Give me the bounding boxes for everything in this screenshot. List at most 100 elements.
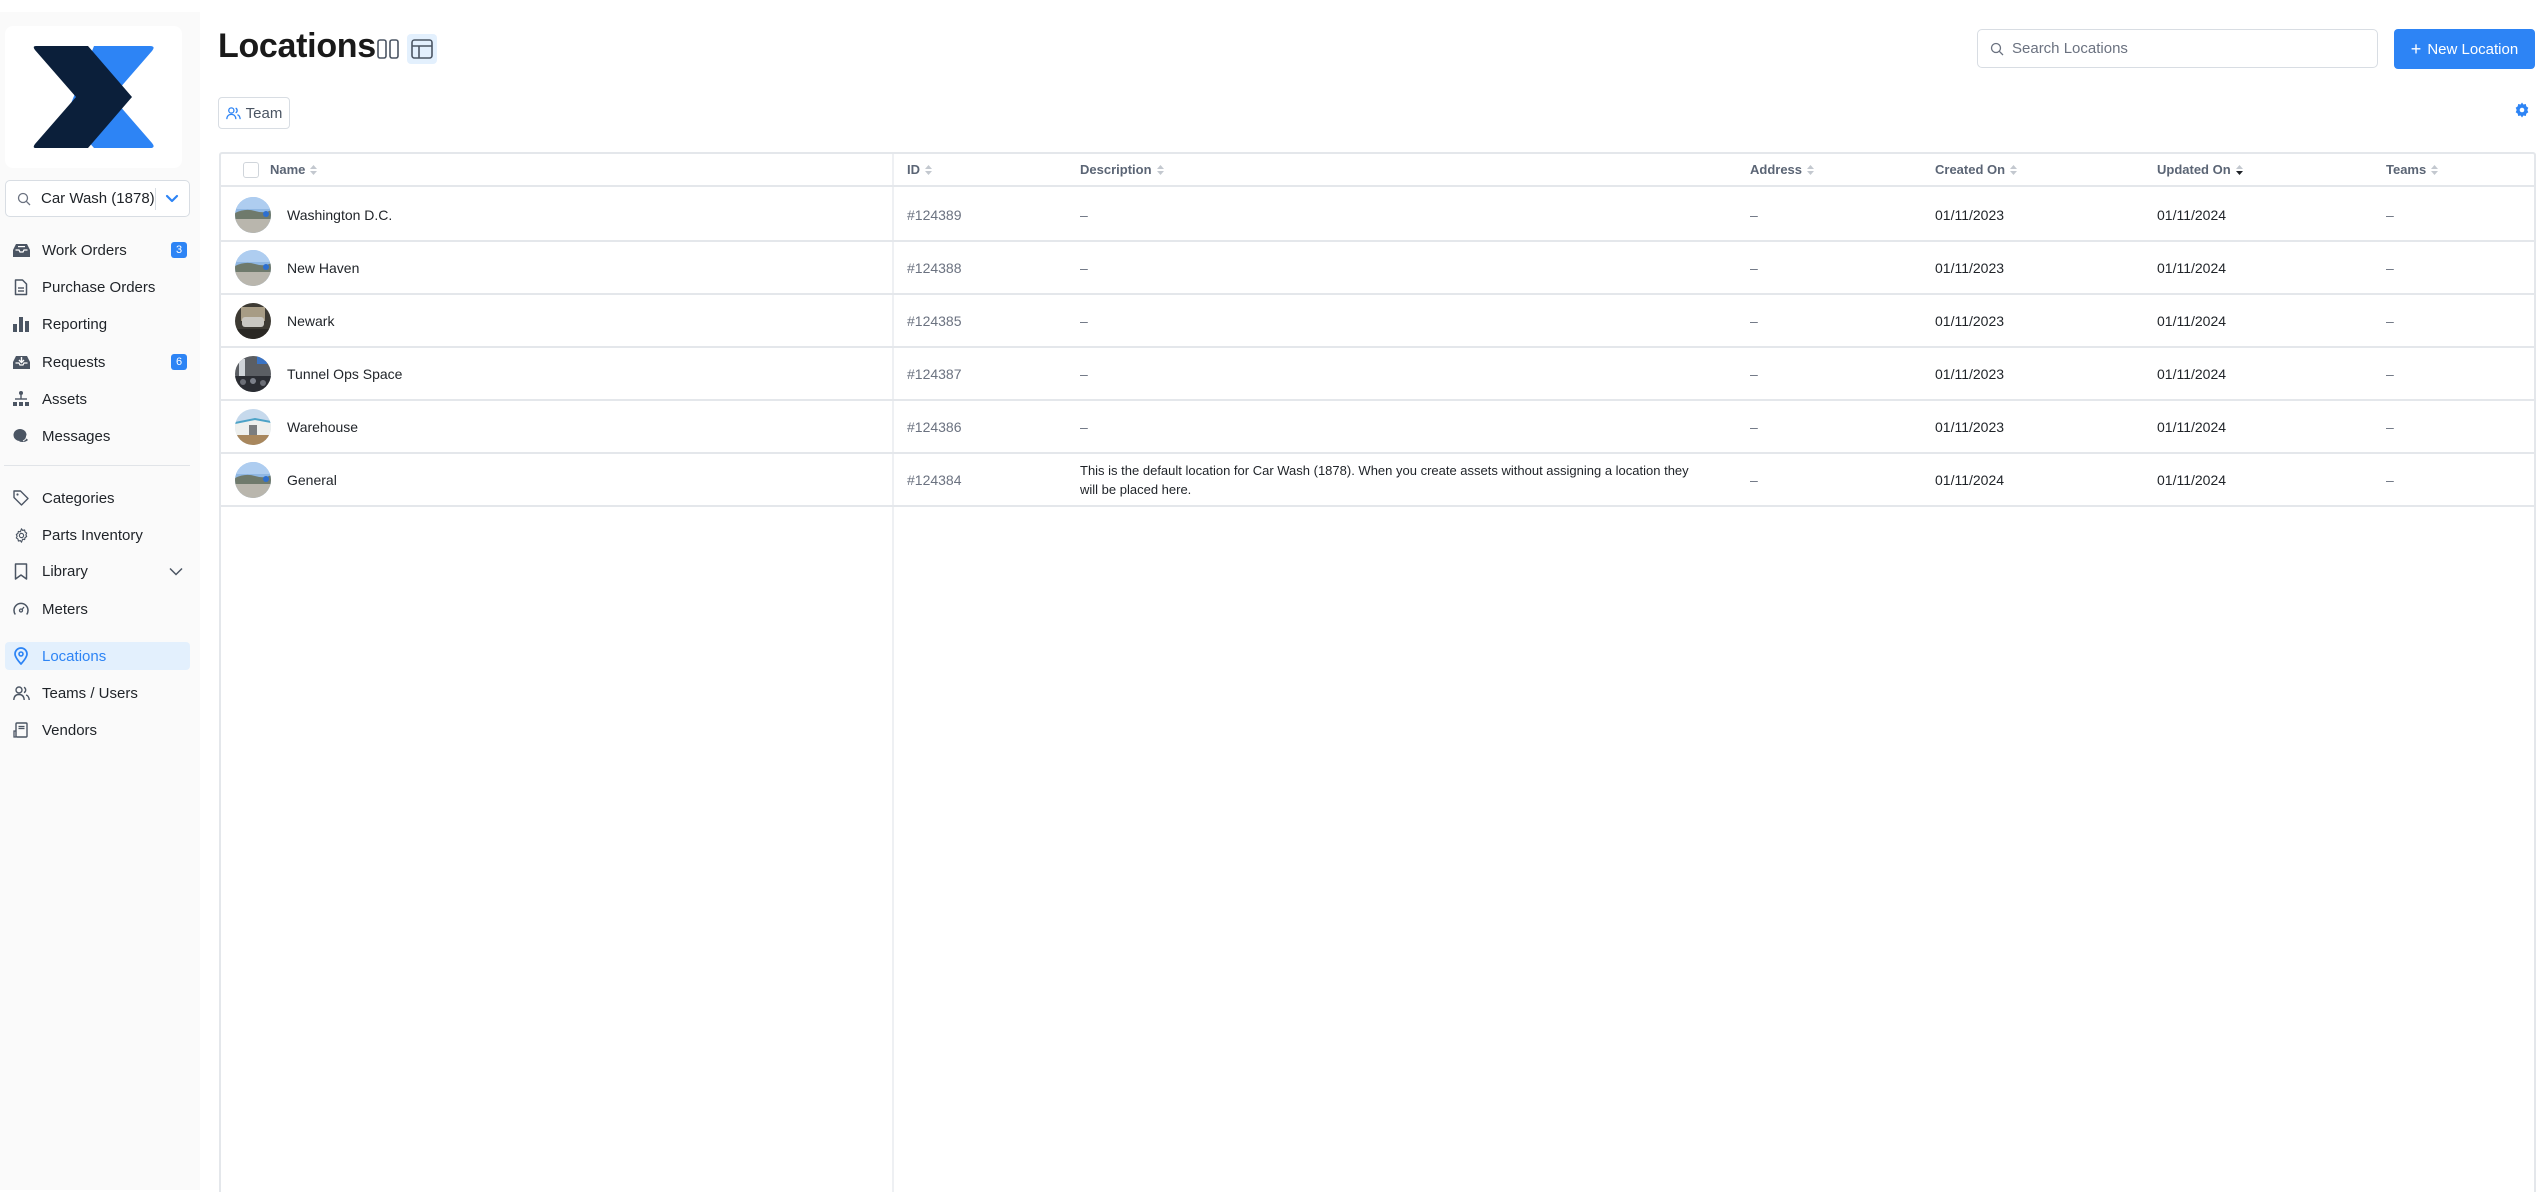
column-label: Created On <box>1935 162 2006 177</box>
inbox-icon <box>12 241 30 259</box>
column-header-created-on[interactable]: Created On <box>1935 154 2018 185</box>
sidebar-item-label: Messages <box>42 427 111 445</box>
location-name[interactable]: Tunnel Ops Space <box>287 366 402 382</box>
chevron-down-icon[interactable] <box>156 194 190 204</box>
bookmark-icon <box>12 562 30 580</box>
sidebar-item-library[interactable]: Library <box>5 557 190 585</box>
search-input[interactable] <box>2012 40 2377 57</box>
location-thumbnail <box>235 408 271 445</box>
sidebar-item-vendors[interactable]: Vendors <box>5 716 190 744</box>
sidebar-item-label: Meters <box>42 600 88 618</box>
sort-icon <box>1807 164 1815 175</box>
table-row[interactable]: General #124384 This is the default locati… <box>221 454 2534 507</box>
address-cell-text: – <box>1750 206 1758 223</box>
table-row[interactable]: Warehouse #124386 – – 01/11/2023 01/11/2024 – <box>221 401 2534 454</box>
table-view-button[interactable] <box>407 34 437 64</box>
created-on-cell: 01/11/2023 <box>1935 401 2004 452</box>
select-all-checkbox[interactable] <box>243 161 259 178</box>
sidebar-item-label: Locations <box>42 647 107 665</box>
address-cell: – <box>1750 454 1758 505</box>
address-cell: – <box>1750 189 1758 240</box>
team-filter-label: Team <box>245 104 283 122</box>
created-on-cell: 01/11/2024 <box>1935 454 2004 505</box>
location-name[interactable]: New Haven <box>287 260 359 276</box>
sidebar-item-purchase-orders[interactable]: Purchase Orders <box>5 273 190 301</box>
created-on-cell-text: 01/11/2023 <box>1935 312 2005 329</box>
count-badge: 6 <box>171 354 187 370</box>
new-location-label: New Location <box>2427 40 2519 58</box>
column-label: Address <box>1750 162 1803 177</box>
column-header-address[interactable]: Address <box>1750 154 1815 185</box>
created-on-cell-text: 01/11/2024 <box>1935 471 2005 488</box>
column-header-name[interactable]: Name <box>270 154 318 185</box>
sidebar-item-categories[interactable]: Categories <box>5 484 190 512</box>
split-view-button[interactable] <box>373 34 403 64</box>
new-location-button[interactable]: + New Location <box>2394 29 2535 69</box>
column-header-updated-on[interactable]: Updated On <box>2157 154 2243 185</box>
logo[interactable] <box>5 26 182 168</box>
team-filter-button[interactable]: Team <box>218 97 290 129</box>
location-thumbnail <box>235 249 271 286</box>
column-header-teams[interactable]: Teams <box>2386 154 2439 185</box>
table-row[interactable]: Washington D.C. #124389 – – 01/11/2023 01/11/… <box>221 189 2534 242</box>
address-cell-text: – <box>1750 259 1758 276</box>
sidebar-item-work-orders[interactable]: Work Orders 3 <box>5 236 190 264</box>
sidebar-item-label: Purchase Orders <box>42 278 156 296</box>
gear-icon <box>2514 102 2530 118</box>
column-header-description[interactable]: Description <box>1080 154 1164 185</box>
location-thumbnail <box>235 196 271 233</box>
company-name: Car Wash (1878) <box>41 190 155 207</box>
teams-cell: – <box>2386 189 2394 240</box>
sidebar-item-messages[interactable]: Messages <box>5 422 190 450</box>
created-on-cell: 01/11/2023 <box>1935 242 2004 293</box>
id-cell: #124388 <box>907 242 962 293</box>
table-row[interactable]: Tunnel Ops Space #124387 – – 01/11/2023 01/11… <box>221 348 2534 401</box>
column-label: ID <box>907 162 920 177</box>
search-icon <box>17 192 31 206</box>
column-header-id[interactable]: ID <box>907 154 932 185</box>
sidebar-item-parts-inventory[interactable]: Parts Inventory <box>5 521 190 549</box>
sidebar-item-label: Categories <box>42 489 115 507</box>
table-settings-button[interactable] <box>2514 102 2530 118</box>
sidebar-item-locations[interactable]: Locations <box>5 642 190 670</box>
sidebar-item-label: Parts Inventory <box>42 526 143 544</box>
tag-icon <box>12 489 30 507</box>
location-thumbnail <box>235 302 271 339</box>
created-on-cell: 01/11/2023 <box>1935 348 2004 399</box>
teams-cell-text: – <box>2386 418 2394 435</box>
sidebar-item-label: Teams / Users <box>42 684 138 702</box>
company-selector[interactable]: Car Wash (1878) <box>5 180 190 217</box>
sort-icon <box>1156 164 1164 175</box>
sidebar-item-label: Work Orders <box>42 241 127 259</box>
id-cell-text: #124385 <box>907 312 962 329</box>
description-cell-text: – <box>1080 259 1088 276</box>
address-cell-text: – <box>1750 471 1758 488</box>
table-row[interactable]: New Haven #124388 – – 01/11/2023 01/11/2024 – <box>221 242 2534 295</box>
sidebar-item-reporting[interactable]: Reporting <box>5 310 190 338</box>
teams-cell: – <box>2386 401 2394 452</box>
address-cell: – <box>1750 348 1758 399</box>
sidebar-item-assets[interactable]: Assets <box>5 385 190 413</box>
name-cell: Warehouse <box>235 401 358 452</box>
name-cell: General <box>235 454 337 505</box>
description-cell: – <box>1080 401 1088 452</box>
sidebar-item-meters[interactable]: Meters <box>5 595 190 623</box>
search-locations[interactable] <box>1977 29 2378 68</box>
location-name[interactable]: Newark <box>287 313 334 329</box>
table-header: Name ID Description Address Created On U… <box>221 154 2534 187</box>
description-cell: – <box>1080 189 1088 240</box>
location-name[interactable]: General <box>287 472 337 488</box>
location-thumbnail <box>235 355 271 392</box>
location-name[interactable]: Warehouse <box>287 419 358 435</box>
location-name[interactable]: Washington D.C. <box>287 207 392 223</box>
chevron-down-icon[interactable] <box>166 567 186 576</box>
search-icon <box>1990 42 2004 56</box>
count-badge: 3 <box>171 242 187 258</box>
sidebar-item-teams-users[interactable]: Teams / Users <box>5 679 190 707</box>
sidebar-item-label: Library <box>42 562 88 580</box>
description-cell: – <box>1080 242 1088 293</box>
table-row[interactable]: Newark #124385 – – 01/11/2023 01/11/2024 – <box>221 295 2534 348</box>
teams-cell: – <box>2386 454 2394 505</box>
location-thumbnail <box>235 461 271 498</box>
sidebar-item-requests[interactable]: Requests 6 <box>5 348 190 376</box>
